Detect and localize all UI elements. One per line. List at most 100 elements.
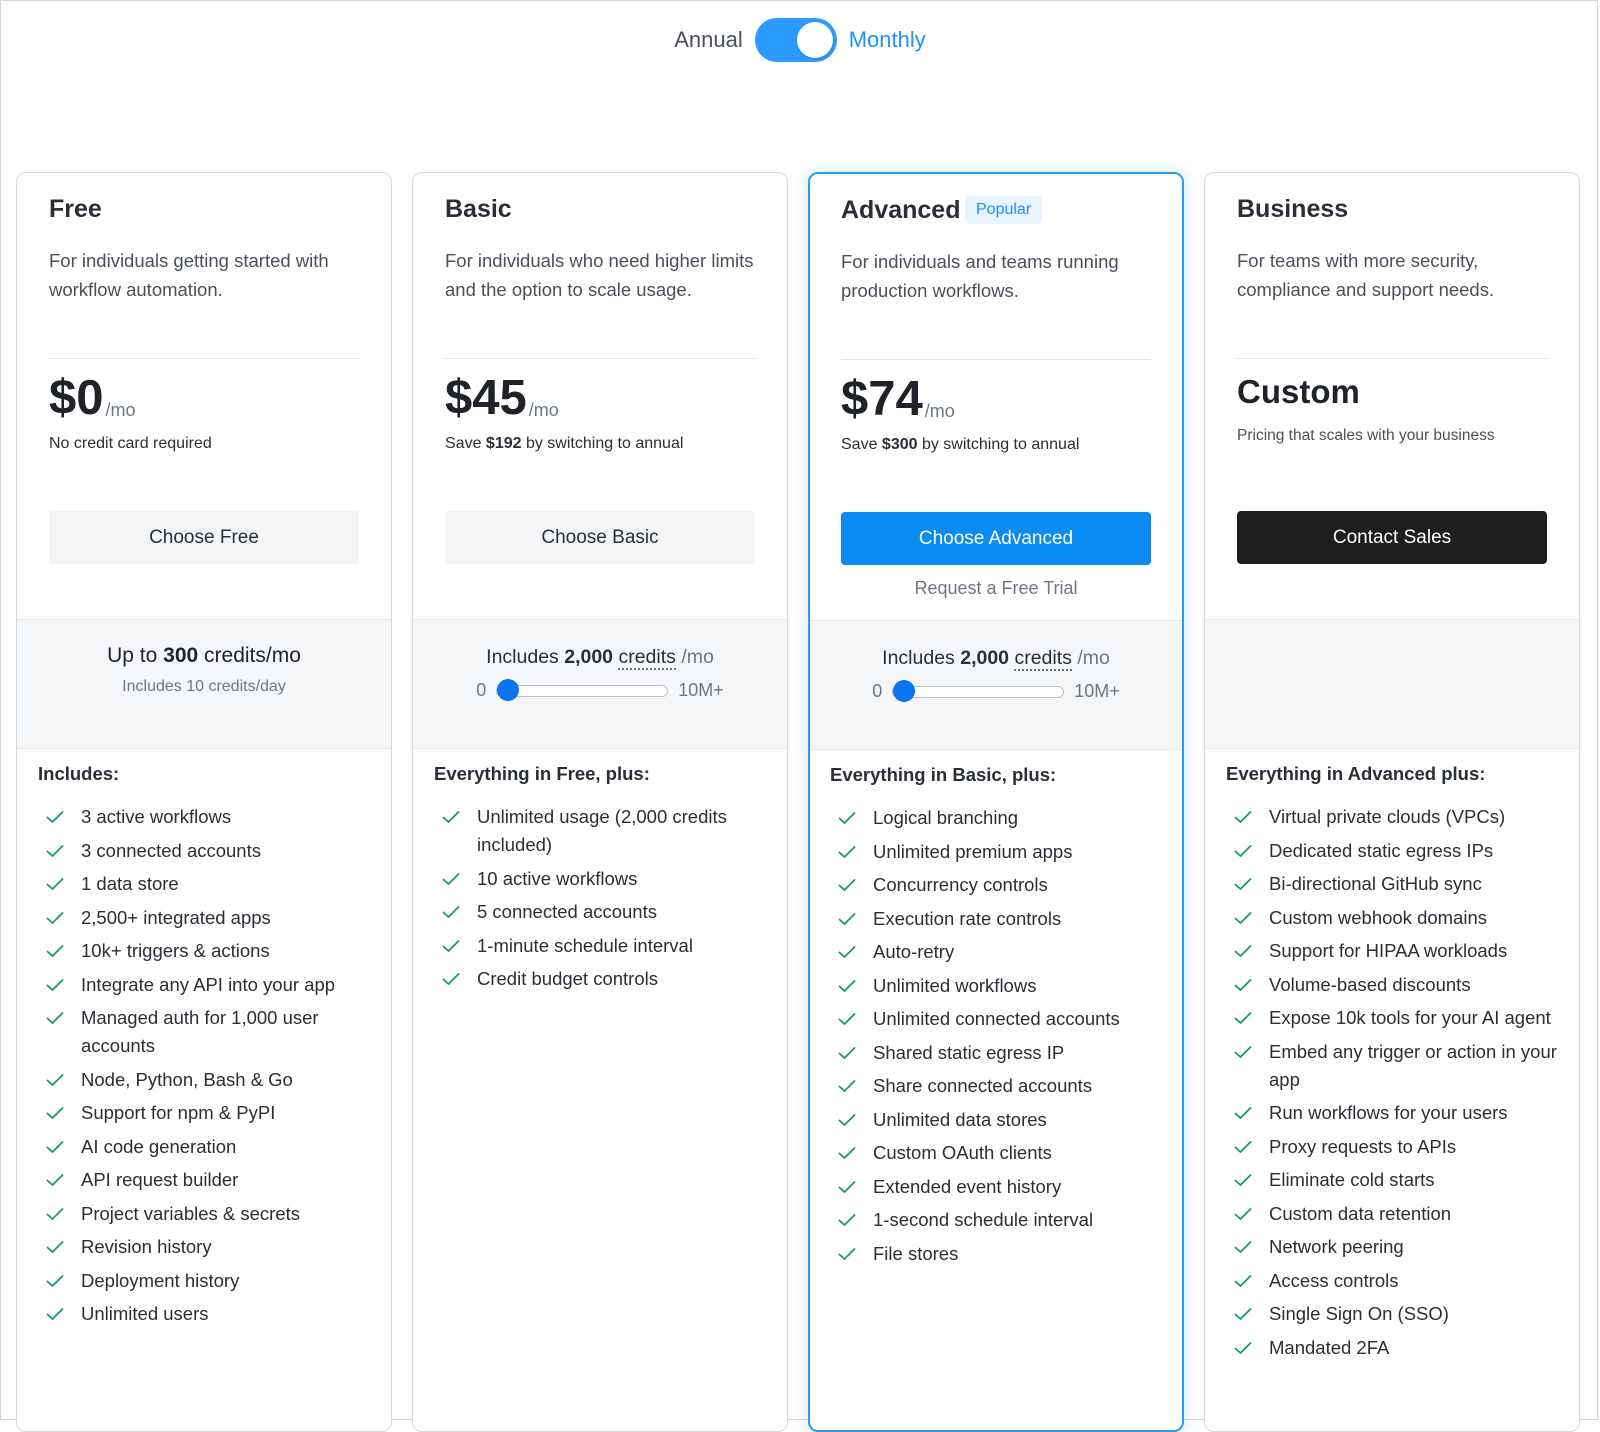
check-icon: [46, 937, 66, 965]
price: $45 /mo: [445, 371, 559, 425]
contact-sales-button[interactable]: Contact Sales: [1237, 511, 1547, 564]
check-icon: [838, 1005, 858, 1033]
credits-tooltip-term[interactable]: credits: [618, 646, 676, 670]
feature-label: Unlimited connected accounts: [873, 1008, 1120, 1029]
credits-slider[interactable]: [496, 678, 669, 701]
feature-item: 1 data store: [38, 870, 375, 898]
plan-name: Basic: [445, 195, 512, 223]
feature-item: AI code generation: [38, 1133, 375, 1161]
feature-label: Shared static egress IP: [873, 1041, 1065, 1063]
feature-label: Unlimited workflows: [873, 974, 1037, 996]
feature-item: Integrate any API into your app: [38, 971, 375, 999]
feature-item: Proxy requests to APIs: [1226, 1133, 1563, 1161]
feature-item: 2,500+ integrated apps: [38, 904, 375, 932]
feature-item: Extended event history: [830, 1173, 1166, 1201]
check-icon: [838, 1173, 858, 1201]
feature-label: API request builder: [81, 1169, 239, 1190]
check-icon: [838, 1106, 858, 1134]
check-icon: [46, 971, 66, 999]
popular-badge: Popular: [965, 196, 1043, 224]
check-icon: [46, 1200, 66, 1228]
check-icon: [838, 1240, 858, 1268]
pricing-plans: Free For individuals getting started wit…: [0, 172, 1600, 1432]
feature-item: 10k+ triggers & actions: [38, 937, 375, 965]
feature-label: Bi-directional GitHub sync: [1269, 873, 1482, 894]
feature-label: 10 active workflows: [477, 867, 638, 889]
check-icon: [46, 1233, 66, 1261]
choose-basic-button[interactable]: Choose Basic: [445, 511, 755, 564]
feature-item: Virtual private clouds (VPCs): [1226, 803, 1563, 831]
features-section: Everything in Basic, plus: Logical branc…: [830, 764, 1166, 1273]
plan-card-free: Free For individuals getting started wit…: [16, 172, 392, 1432]
monthly-label[interactable]: Monthly: [849, 27, 926, 53]
check-icon: [46, 1004, 66, 1032]
feature-label: Concurrency controls: [873, 874, 1048, 895]
slider-min-label: 0: [872, 681, 883, 701]
feature-item: API request builder: [38, 1166, 375, 1194]
slider-thumb[interactable]: [497, 678, 520, 701]
check-icon: [1234, 971, 1254, 999]
check-icon: [1234, 1267, 1254, 1295]
credits-slider[interactable]: [892, 679, 1065, 702]
billing-toggle: Annual Monthly: [0, 18, 1600, 62]
feature-label: Execution rate controls: [873, 907, 1062, 929]
plan-name: Free: [49, 195, 102, 223]
check-icon: [1234, 803, 1254, 831]
billing-period-switch[interactable]: [754, 18, 837, 62]
price-amount: $0: [49, 371, 104, 425]
feature-item: Share connected accounts: [830, 1072, 1166, 1100]
credits-summary: Up to 300 credits/mo: [107, 644, 301, 667]
check-icon: [838, 1072, 858, 1100]
feature-item: Embed any trigger or action in your app: [1226, 1038, 1563, 1094]
feature-item: Unlimited users: [38, 1300, 375, 1328]
choose-advanced-button[interactable]: Choose Advanced: [841, 512, 1151, 565]
feature-list: 3 active workflows 3 connected accounts 1 …: [38, 803, 375, 1328]
feature-label: Unlimited usage (2,000 credits included): [477, 806, 727, 855]
toggle-knob: [796, 22, 833, 58]
price-unit: /mo: [924, 401, 955, 421]
check-icon: [1234, 1133, 1254, 1161]
price-unit: /mo: [528, 400, 559, 420]
feature-label: Managed auth for 1,000 user accounts: [81, 1007, 319, 1056]
feature-item: 5 connected accounts: [434, 898, 771, 926]
check-icon: [1234, 937, 1254, 965]
feature-label: 3 active workflows: [81, 806, 232, 827]
plan-name: Advanced: [841, 196, 961, 224]
feature-label: AI code generation: [81, 1135, 237, 1157]
credits-band: Includes 2,000 credits /mo 0 10M+: [810, 620, 1182, 750]
feature-label: Single Sign On (SSO): [1269, 1303, 1449, 1324]
feature-label: Support for npm & PyPI: [81, 1102, 276, 1123]
features-title: Everything in Advanced plus:: [1226, 763, 1486, 784]
request-free-trial-link[interactable]: Request a Free Trial: [841, 578, 1151, 599]
slider-thumb[interactable]: [893, 679, 916, 702]
feature-list: Virtual private clouds (VPCs) Dedicated s…: [1226, 803, 1563, 1362]
feature-label: Virtual private clouds (VPCs): [1269, 806, 1506, 827]
check-icon: [838, 838, 858, 866]
check-icon: [1234, 1334, 1254, 1362]
feature-label: Custom OAuth clients: [873, 1142, 1052, 1163]
check-icon: [838, 938, 858, 966]
feature-item: Eliminate cold starts: [1226, 1166, 1563, 1194]
feature-item: Shared static egress IP: [830, 1039, 1166, 1067]
credits-tooltip-term[interactable]: credits: [1014, 647, 1072, 671]
features-section: Everything in Free, plus: Unlimited usag…: [434, 763, 771, 999]
feature-label: Unlimited users: [81, 1303, 209, 1324]
check-icon: [1234, 1300, 1254, 1328]
feature-label: Custom webhook domains: [1269, 906, 1487, 928]
annual-label[interactable]: Annual: [674, 27, 743, 53]
check-icon: [838, 1039, 858, 1067]
feature-item: Unlimited workflows: [830, 972, 1166, 1000]
feature-label: Integrate any API into your app: [81, 973, 336, 995]
credits-summary: Includes 2,000 credits /mo: [486, 646, 714, 670]
feature-item: Custom data retention: [1226, 1200, 1563, 1228]
feature-item: Unlimited data stores: [830, 1106, 1166, 1134]
choose-free-button[interactable]: Choose Free: [49, 511, 359, 564]
feature-label: Proxy requests to APIs: [1269, 1135, 1457, 1157]
feature-label: Volume-based discounts: [1269, 973, 1471, 995]
feature-item: Revision history: [38, 1233, 375, 1261]
price-custom: Custom: [1237, 373, 1360, 410]
feature-item: Project variables & secrets: [38, 1200, 375, 1228]
check-icon: [46, 1066, 66, 1094]
feature-item: 3 connected accounts: [38, 837, 375, 865]
feature-label: Mandated 2FA: [1269, 1336, 1390, 1358]
